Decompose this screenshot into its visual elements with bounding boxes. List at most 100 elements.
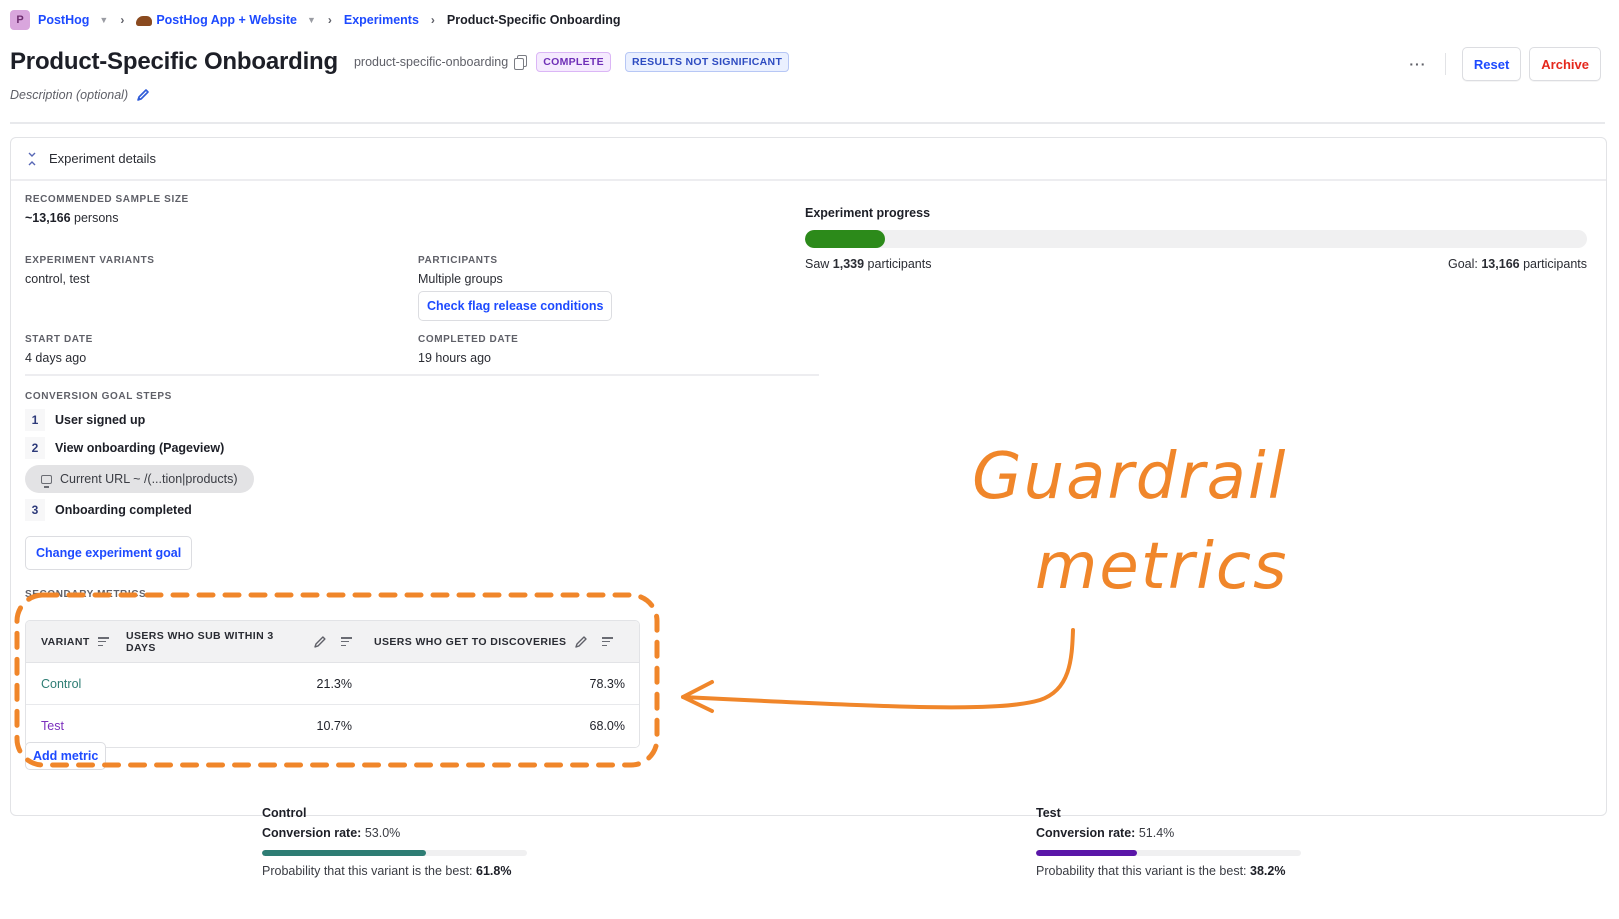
variants-value: control, test bbox=[25, 272, 90, 286]
title-row: Product-Specific Onboarding product-spec… bbox=[10, 48, 790, 76]
progress-track bbox=[805, 230, 1587, 248]
conversion-goal-section: CONVERSION GOAL STEPS 1 User signed up 2… bbox=[25, 391, 254, 570]
divider bbox=[1444, 53, 1446, 75]
copy-icon[interactable] bbox=[514, 55, 528, 70]
column-header-metric-2[interactable]: USERS WHO GET TO DISCOVERIES bbox=[364, 635, 639, 649]
pencil-icon[interactable] bbox=[136, 88, 150, 102]
chevron-right-icon: › bbox=[430, 13, 435, 27]
participants-label: PARTICIPANTS bbox=[418, 255, 498, 266]
metric-1-cell: 10.7% bbox=[316, 719, 352, 733]
probability-bar-fill bbox=[1036, 850, 1138, 856]
completed-date-section: COMPLETED DATE 19 hours ago bbox=[418, 334, 518, 365]
start-date-value: 4 days ago bbox=[25, 351, 87, 365]
add-metric-button[interactable]: Add metric bbox=[25, 742, 107, 770]
experiment-details-title: Experiment details bbox=[49, 151, 156, 166]
flag-key-text: product-specific-onboarding bbox=[353, 55, 509, 69]
variant-result-test: Test Conversion rate: 51.4% Probability … bbox=[1036, 806, 1301, 878]
url-filter-text: Current URL ~ /(...tion|products) bbox=[60, 472, 238, 486]
pencil-icon[interactable] bbox=[574, 635, 588, 649]
secondary-metrics-table: VARIANT USERS WHO SUB WITHIN 3 DAYS USER… bbox=[25, 620, 640, 748]
start-date-section: START DATE 4 days ago bbox=[25, 334, 93, 365]
progress-label: Experiment progress bbox=[805, 206, 931, 220]
chevron-down-icon[interactable]: ▼ bbox=[307, 15, 316, 25]
probability-bar-fill bbox=[262, 850, 426, 856]
collapse-icon[interactable] bbox=[27, 151, 37, 167]
variants-label: EXPERIMENT VARIANTS bbox=[25, 255, 155, 266]
saw-suffix: participants bbox=[864, 257, 932, 271]
description-placeholder[interactable]: Description (optional) bbox=[10, 88, 128, 102]
experiment-details-card: Experiment details RECOMMENDED SAMPLE SI… bbox=[10, 137, 1607, 816]
sort-icon[interactable] bbox=[341, 637, 352, 646]
probability-bar bbox=[1036, 850, 1301, 856]
experiment-details-header[interactable]: Experiment details bbox=[11, 138, 1606, 181]
breadcrumb-project[interactable]: PostHog App + Website bbox=[136, 13, 297, 27]
step-number: 3 bbox=[25, 499, 45, 521]
reset-button[interactable]: Reset bbox=[1461, 47, 1522, 81]
conversion-goal-label: CONVERSION GOAL STEPS bbox=[25, 391, 172, 402]
conversion-rate: Conversion rate: 51.4% bbox=[1036, 826, 1301, 840]
variant-result-control: Control Conversion rate: 53.0% Probabili… bbox=[262, 806, 527, 878]
probability-best: Probability that this variant is the bes… bbox=[262, 864, 527, 878]
chevron-down-icon[interactable]: ▼ bbox=[99, 15, 108, 25]
monitor-icon bbox=[41, 474, 52, 488]
probability-value: 38.2% bbox=[1250, 864, 1286, 878]
breadcrumb-experiments[interactable]: Experiments bbox=[344, 13, 419, 27]
completed-date-label: COMPLETED DATE bbox=[418, 334, 519, 345]
conversion-rate: Conversion rate: 53.0% bbox=[262, 826, 527, 840]
goal-prefix: Goal: bbox=[1448, 257, 1482, 271]
participants-section: PARTICIPANTS Multiple groups Check flag … bbox=[418, 255, 613, 321]
breadcrumb-org[interactable]: PostHog bbox=[38, 13, 89, 27]
goal-step: 1 User signed up bbox=[25, 408, 254, 432]
variant-cell: Test bbox=[41, 719, 64, 733]
org-avatar[interactable]: P bbox=[10, 10, 30, 30]
sample-size-suffix: persons bbox=[70, 211, 119, 225]
progress-counts: Saw 1,339 participants Goal: 13,166 part… bbox=[805, 257, 1587, 271]
header-divider bbox=[10, 122, 1605, 124]
participants-goal: Goal: 13,166 participants bbox=[1448, 257, 1587, 271]
sample-size-section: RECOMMENDED SAMPLE SIZE ~13,166 persons bbox=[25, 194, 189, 225]
probability-value: 61.8% bbox=[476, 864, 512, 878]
sort-icon[interactable] bbox=[97, 637, 109, 646]
conversion-rate-label: Conversion rate: bbox=[262, 826, 362, 840]
more-options-button[interactable]: ··· bbox=[1403, 49, 1433, 79]
goal-value: 13,166 bbox=[1481, 257, 1520, 271]
participants-seen: Saw 1,339 participants bbox=[805, 257, 931, 271]
variant-name: Test bbox=[1036, 806, 1061, 820]
check-flag-release-conditions-button[interactable]: Check flag release conditions bbox=[418, 291, 613, 321]
chevron-right-icon: › bbox=[327, 13, 332, 27]
sample-size-value: ~13,166 persons bbox=[25, 211, 189, 225]
table-row: Control 21.3% 78.3% bbox=[26, 663, 639, 705]
change-experiment-goal-button[interactable]: Change experiment goal bbox=[25, 536, 193, 570]
sort-icon[interactable] bbox=[602, 637, 614, 646]
annotation-text-line1: Guardrail bbox=[972, 440, 1288, 514]
start-date-label: START DATE bbox=[25, 334, 93, 345]
chevron-right-icon: › bbox=[120, 13, 125, 27]
column-header-variant[interactable]: VARIANT bbox=[26, 636, 116, 648]
breadcrumb: P PostHog ▼ › PostHog App + Website ▼ › … bbox=[10, 9, 621, 31]
table-header: VARIANT USERS WHO SUB WITHIN 3 DAYS USER… bbox=[26, 621, 639, 663]
url-filter-pill: Current URL ~ /(...tion|products) bbox=[25, 465, 254, 493]
breadcrumb-current: Product-Specific Onboarding bbox=[446, 13, 621, 27]
sample-size-label: RECOMMENDED SAMPLE SIZE bbox=[25, 194, 189, 205]
goal-step: 3 Onboarding completed bbox=[25, 498, 254, 522]
variant-name: Control bbox=[262, 806, 307, 820]
goal-suffix: participants bbox=[1519, 257, 1587, 271]
saw-value: 1,339 bbox=[832, 257, 865, 271]
archive-button[interactable]: Archive bbox=[1529, 47, 1601, 81]
annotation-text-line2: metrics bbox=[1035, 530, 1289, 604]
metric-1-cell: 21.3% bbox=[316, 676, 352, 691]
pencil-icon[interactable] bbox=[313, 635, 327, 649]
probability-label: Probability that this variant is the bes… bbox=[1036, 864, 1250, 878]
step-label: View onboarding (Pageview) bbox=[55, 441, 225, 455]
table-row: Test 10.7% 68.0% bbox=[26, 705, 639, 747]
description-row[interactable]: Description (optional) bbox=[10, 88, 150, 102]
completed-date-value: 19 hours ago bbox=[418, 351, 491, 365]
probability-bar bbox=[262, 850, 527, 856]
column-header-metric-1[interactable]: USERS WHO SUB WITHIN 3 DAYS bbox=[116, 630, 364, 654]
conversion-rate-value: 53.0% bbox=[361, 826, 401, 840]
section-divider bbox=[25, 374, 819, 376]
status-badge: COMPLETE bbox=[536, 52, 611, 72]
experiment-progress-section: Experiment progress Saw 1,339 participan… bbox=[805, 206, 1587, 271]
progress-fill bbox=[805, 230, 885, 248]
page-title: Product-Specific Onboarding bbox=[10, 48, 338, 75]
